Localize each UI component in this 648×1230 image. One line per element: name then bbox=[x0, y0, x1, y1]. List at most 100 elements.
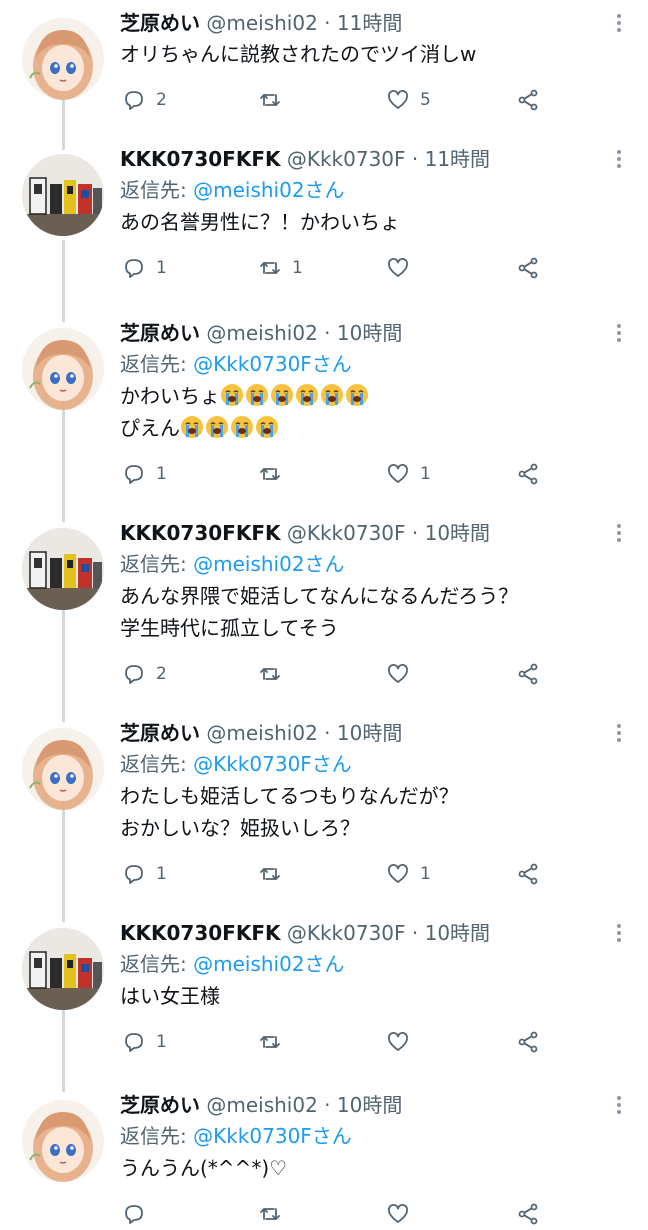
tweet-text-line: あんな界隈で姫活してなんになるんだろう？ bbox=[120, 584, 519, 608]
thread-line bbox=[62, 1010, 65, 1092]
reply-icon bbox=[122, 1030, 146, 1054]
tweet-text: かわいちょ ぴえん bbox=[120, 380, 628, 444]
anime-girl-avatar[interactable] bbox=[22, 728, 104, 810]
heart-button[interactable] bbox=[386, 252, 420, 284]
reply-button[interactable]: 1 bbox=[122, 252, 167, 284]
tweet-text: あんな界隈で姫活してなんになるんだろう？ 学生時代に孤立してそう bbox=[120, 580, 628, 644]
heart-icon bbox=[386, 1202, 410, 1226]
tweet-text-line: オリちゃんに説教されたのでツイ消しw bbox=[120, 42, 477, 66]
reply-mention[interactable]: @meishi02さん bbox=[193, 552, 344, 576]
retweet-button[interactable] bbox=[258, 458, 292, 490]
retweet-button[interactable] bbox=[258, 84, 292, 116]
crying-face-emoji-icon bbox=[180, 416, 205, 440]
tweet-text-line: わたしも姫活してるつもりなんだが？ bbox=[120, 784, 459, 808]
timestamp[interactable]: 10時間 bbox=[337, 721, 402, 745]
reply-mention[interactable]: @meishi02さん bbox=[193, 178, 344, 202]
retweet-button[interactable] bbox=[258, 1026, 292, 1058]
retweet-button[interactable]: 1 bbox=[258, 252, 303, 284]
retweet-icon bbox=[258, 662, 282, 686]
share-button[interactable] bbox=[516, 1198, 540, 1230]
share-button[interactable] bbox=[516, 458, 540, 490]
anime-girl-avatar[interactable] bbox=[22, 328, 104, 410]
robot-figures-avatar[interactable] bbox=[22, 928, 104, 1010]
tweet-text-line: あの名誉男性に？！かわいちょ bbox=[120, 210, 400, 234]
retweet-icon bbox=[258, 462, 282, 486]
crying-face-emoji-icon bbox=[205, 416, 230, 440]
author-name[interactable]: KKK0730FKFK bbox=[120, 521, 280, 545]
share-icon bbox=[516, 256, 540, 280]
reply-mention[interactable]: @Kkk0730Fさん bbox=[193, 752, 352, 776]
reply-count: 1 bbox=[156, 864, 167, 884]
reply-mention[interactable]: @Kkk0730Fさん bbox=[193, 352, 352, 376]
share-icon bbox=[516, 862, 540, 886]
tweet-text-line: 学生時代に孤立してそう bbox=[120, 616, 339, 640]
author-name[interactable]: 芝原めい bbox=[120, 11, 200, 35]
retweet-icon bbox=[258, 88, 282, 112]
reply-mention[interactable]: @meishi02さん bbox=[193, 952, 344, 976]
author-name[interactable]: KKK0730FKFK bbox=[120, 147, 280, 171]
retweet-button[interactable] bbox=[258, 858, 292, 890]
author-handle[interactable]: @meishi02 bbox=[206, 11, 317, 35]
author-handle[interactable]: @meishi02 bbox=[206, 721, 317, 745]
reply-button[interactable]: 1 bbox=[122, 1026, 167, 1058]
author-handle[interactable]: @meishi02 bbox=[206, 1093, 317, 1117]
reply-button[interactable] bbox=[122, 1198, 156, 1230]
heart-icon bbox=[386, 256, 410, 280]
share-button[interactable] bbox=[516, 84, 540, 116]
share-button[interactable] bbox=[516, 858, 540, 890]
author-handle[interactable]: @meishi02 bbox=[206, 321, 317, 345]
heart-button[interactable] bbox=[386, 658, 420, 690]
reply-button[interactable]: 2 bbox=[122, 84, 167, 116]
heart-button[interactable]: 1 bbox=[386, 458, 431, 490]
author-name[interactable]: KKK0730FKFK bbox=[120, 921, 280, 945]
separator-dot: · bbox=[324, 321, 331, 345]
anime-girl-avatar[interactable] bbox=[22, 18, 104, 100]
heart-button[interactable]: 5 bbox=[386, 84, 431, 116]
heart-button[interactable] bbox=[386, 1026, 420, 1058]
share-button[interactable] bbox=[516, 1026, 540, 1058]
tweet-text: オリちゃんに説教されたのでツイ消しw bbox=[120, 38, 628, 70]
reply-icon bbox=[122, 256, 146, 280]
timestamp[interactable]: 11時間 bbox=[337, 11, 402, 35]
share-button[interactable] bbox=[516, 658, 540, 690]
author-name[interactable]: 芝原めい bbox=[120, 321, 200, 345]
crying-face-emoji-icon bbox=[245, 384, 270, 408]
tweet-header: KKK0730FKFK @Kkk0730F · 10時間 bbox=[120, 518, 628, 548]
timestamp[interactable]: 10時間 bbox=[337, 321, 402, 345]
anime-girl-avatar[interactable] bbox=[22, 1100, 104, 1182]
tweet-actions: 11 bbox=[120, 252, 550, 284]
author-handle[interactable]: @Kkk0730F bbox=[287, 147, 406, 171]
author-name[interactable]: 芝原めい bbox=[120, 721, 200, 745]
timestamp[interactable]: 11時間 bbox=[425, 147, 490, 171]
tweet-text-line: かわいちょ bbox=[120, 384, 220, 408]
separator-dot: · bbox=[411, 147, 419, 171]
thread-line bbox=[62, 240, 65, 322]
tweet-actions bbox=[120, 1198, 550, 1230]
crying-face-emoji-icon bbox=[345, 384, 370, 408]
reply-icon bbox=[122, 862, 146, 886]
tweet-text-line: おかしいな？姫扱いしろ？ bbox=[120, 816, 360, 840]
retweet-icon bbox=[258, 1030, 282, 1054]
timestamp[interactable]: 10時間 bbox=[425, 521, 490, 545]
reply-button[interactable]: 1 bbox=[122, 858, 167, 890]
share-button[interactable] bbox=[516, 252, 540, 284]
tweet-header: 芝原めい @meishi02 · 10時間 bbox=[120, 318, 628, 348]
reply-button[interactable]: 1 bbox=[122, 458, 167, 490]
reply-icon bbox=[122, 88, 146, 112]
heart-button[interactable] bbox=[386, 1198, 420, 1230]
reply-mention[interactable]: @Kkk0730Fさん bbox=[193, 1124, 352, 1148]
heart-button[interactable]: 1 bbox=[386, 858, 431, 890]
reply-label: 返信先: bbox=[120, 1124, 194, 1148]
timestamp[interactable]: 10時間 bbox=[425, 921, 490, 945]
reply-count: 1 bbox=[156, 1032, 167, 1052]
retweet-button[interactable] bbox=[258, 1198, 292, 1230]
tweet-text-line: うんうん(*^^*)♡ bbox=[120, 1156, 288, 1180]
reply-button[interactable]: 2 bbox=[122, 658, 167, 690]
robot-figures-avatar[interactable] bbox=[22, 528, 104, 610]
author-name[interactable]: 芝原めい bbox=[120, 1093, 200, 1117]
robot-figures-avatar[interactable] bbox=[22, 154, 104, 236]
timestamp[interactable]: 10時間 bbox=[337, 1093, 402, 1117]
retweet-button[interactable] bbox=[258, 658, 292, 690]
author-handle[interactable]: @Kkk0730F bbox=[287, 921, 406, 945]
author-handle[interactable]: @Kkk0730F bbox=[287, 521, 406, 545]
